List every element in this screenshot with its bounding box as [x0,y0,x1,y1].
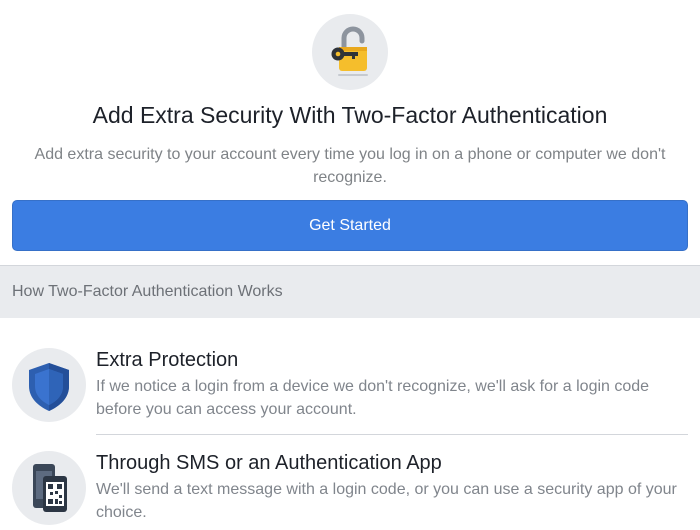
feature-description: If we notice a login from a device we do… [96,378,650,418]
padlock-key-icon [312,14,388,90]
page-subtitle: Add extra security to your account every… [34,146,666,186]
get-started-button[interactable]: Get Started [12,200,688,251]
section-heading: How Two-Factor Authentication Works [12,283,283,300]
shield-icon [12,348,86,422]
phone-qr-icon [12,451,86,525]
feature-description: We'll send a text message with a login c… [96,481,677,521]
page-title: Add Extra Security With Two-Factor Authe… [92,102,608,128]
section-header: How Two-Factor Authentication Works [0,265,700,318]
feature-title: Extra Protection [96,349,239,371]
divider [96,434,688,435]
feature-title: Through SMS or an Authentication App [96,452,442,474]
